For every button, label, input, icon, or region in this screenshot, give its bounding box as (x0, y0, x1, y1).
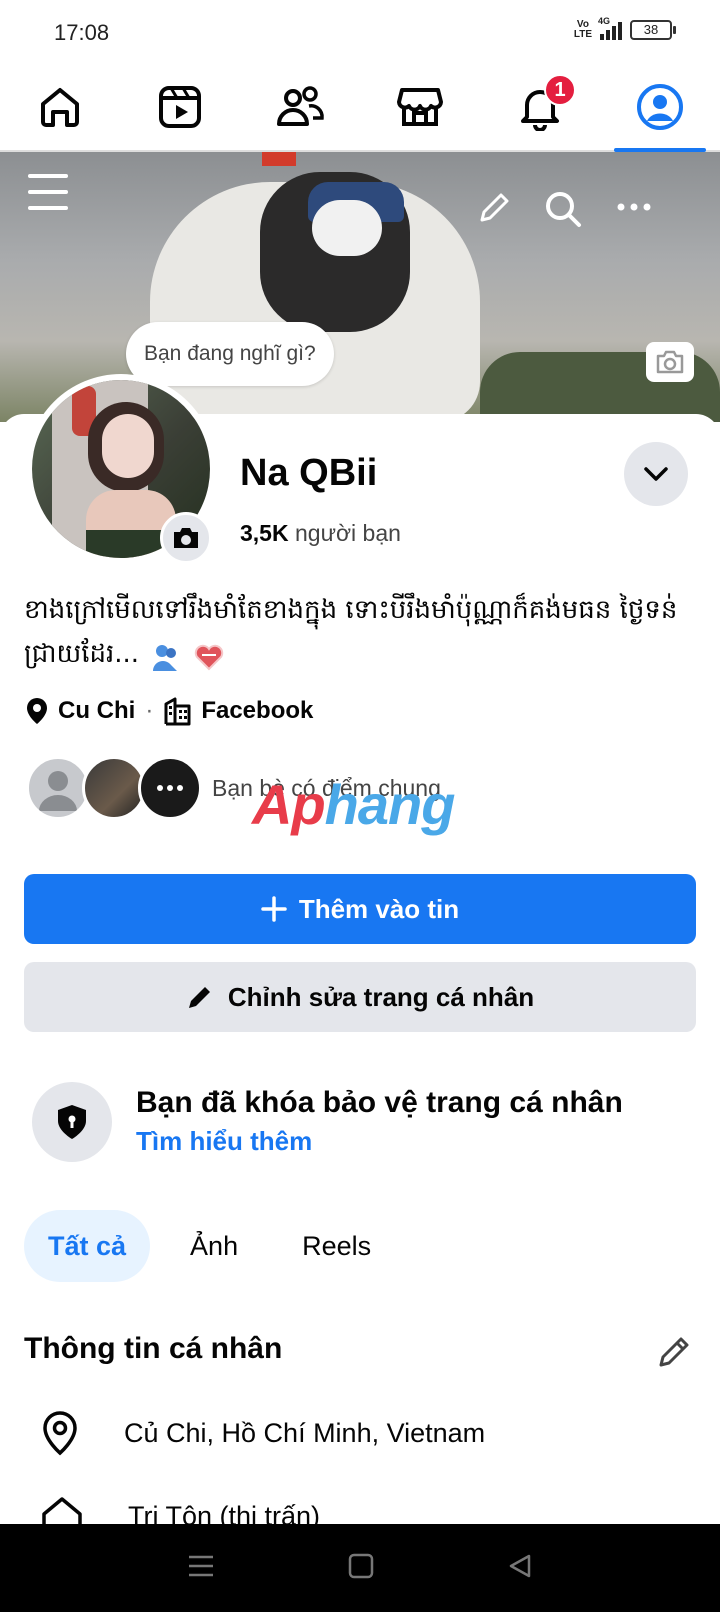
workplace-text: Facebook (201, 697, 314, 724)
friend-count-line[interactable]: 3,5K người bạn (240, 520, 401, 547)
tab-all[interactable]: Tất cả (24, 1210, 151, 1282)
nav-marketplace[interactable] (360, 64, 480, 150)
top-nav: 1 (0, 64, 720, 152)
profile-lock-title: Bạn đã khóa bảo vệ trang cá nhân (136, 1086, 623, 1119)
info-location-text: Củ Chi, Hồ Chí Minh, Vietnam (124, 1417, 486, 1448)
profile-bio: ខាងក្រៅមើលទៅរឹងមាំតែខាងក្នុង ទោះបីរឹងមាំ… (24, 588, 704, 676)
edit-profile-label: Chỉnh sửa trang cá nhân (227, 981, 535, 1012)
edit-cover-button[interactable] (476, 190, 512, 231)
people-hugging-emoji-icon (151, 641, 181, 671)
pencil-icon (188, 987, 210, 1008)
location-pin-icon (27, 698, 47, 724)
add-story-button[interactable]: Thêm vào tin (24, 874, 696, 944)
nav-notifications[interactable]: 1 (480, 64, 600, 150)
bio-text: ខាងក្រៅមើលទៅរឹងមាំតែខាងក្នុង ទោះបីរឹងមាំ… (24, 595, 678, 669)
shield-lock-icon (58, 1105, 86, 1139)
mutual-friend-avatar (26, 756, 90, 820)
add-story-label: Thêm vào tin (298, 893, 460, 924)
mutual-friend-more (138, 756, 202, 820)
notification-badge: 1 (544, 74, 576, 106)
friend-count-label: người bạn (294, 520, 401, 546)
camera-icon (656, 350, 684, 374)
friend-count: 3,5K (240, 520, 289, 546)
status-time: 17:08 (54, 20, 110, 45)
mutual-friend-avatar (82, 756, 146, 820)
location-text: Cu Chi (58, 697, 136, 724)
recents-button[interactable] (187, 1554, 215, 1583)
network-type: 4G (598, 16, 611, 26)
more-button[interactable] (616, 200, 652, 218)
status-bar: 17:08 Vo LTE 4G 38 (0, 0, 720, 64)
marketplace-icon (397, 88, 443, 126)
search-button[interactable] (544, 190, 582, 233)
location-pin-icon (43, 1411, 77, 1456)
avatar-camera-button[interactable] (160, 512, 212, 564)
status-prompt[interactable]: Bạn đang nghĩ gì? (126, 322, 334, 386)
watermark-logo: Aphang (252, 773, 455, 836)
search-icon (546, 192, 581, 227)
plus-icon (261, 896, 287, 922)
camera-icon (174, 528, 198, 548)
back-triangle-icon (510, 1554, 531, 1577)
home-button[interactable] (348, 1553, 374, 1584)
tab-photos[interactable]: Ảnh (166, 1210, 262, 1282)
nav-home[interactable] (0, 64, 120, 150)
menu-button[interactable] (28, 174, 68, 210)
volte-icon: Vo LTE (573, 19, 592, 40)
square-icon (348, 1553, 374, 1578)
nav-profile[interactable] (600, 64, 720, 152)
cover-camera-button[interactable] (646, 342, 694, 382)
video-icon (159, 86, 201, 128)
info-row-location: Củ Chi, Hồ Chí Minh, Vietnam (40, 1410, 485, 1456)
profile-name: Na QBii (240, 452, 378, 494)
menu-icon (28, 174, 68, 178)
profile-lock-badge (32, 1082, 112, 1162)
cover-red-object (262, 152, 296, 166)
friends-icon (277, 86, 324, 126)
building-icon (164, 697, 191, 726)
pencil-icon (659, 1337, 689, 1367)
chevron-down-icon (644, 467, 668, 481)
more-icon (617, 203, 651, 211)
signal-icon: 4G (598, 16, 622, 40)
heart-emoji-icon (194, 641, 224, 670)
nav-video[interactable] (120, 64, 240, 150)
profile-icon (637, 84, 683, 130)
android-nav-bar (0, 1524, 720, 1612)
status-icons: Vo LTE 4G 38 (573, 16, 676, 40)
learn-more-link[interactable]: Tìm hiểu thêm (136, 1126, 312, 1157)
profile-meta: Cu Chi · Facebook (24, 696, 313, 726)
menu-icon (188, 1555, 213, 1576)
cover-mask (312, 200, 382, 256)
pencil-icon (480, 193, 509, 222)
personal-info-title: Thông tin cá nhân (24, 1332, 283, 1365)
nav-friends[interactable] (240, 64, 360, 150)
home-icon (41, 88, 79, 127)
more-icon (157, 785, 183, 791)
edit-details-button[interactable] (656, 1334, 692, 1375)
battery-icon: 38 (630, 20, 676, 40)
edit-profile-button[interactable]: Chỉnh sửa trang cá nhân (24, 962, 696, 1032)
tab-reels[interactable]: Reels (278, 1210, 395, 1282)
profile-expand-button[interactable] (624, 442, 688, 506)
back-button[interactable] (507, 1553, 533, 1584)
profile-tabs: Tất cả Ảnh Reels (24, 1210, 395, 1282)
